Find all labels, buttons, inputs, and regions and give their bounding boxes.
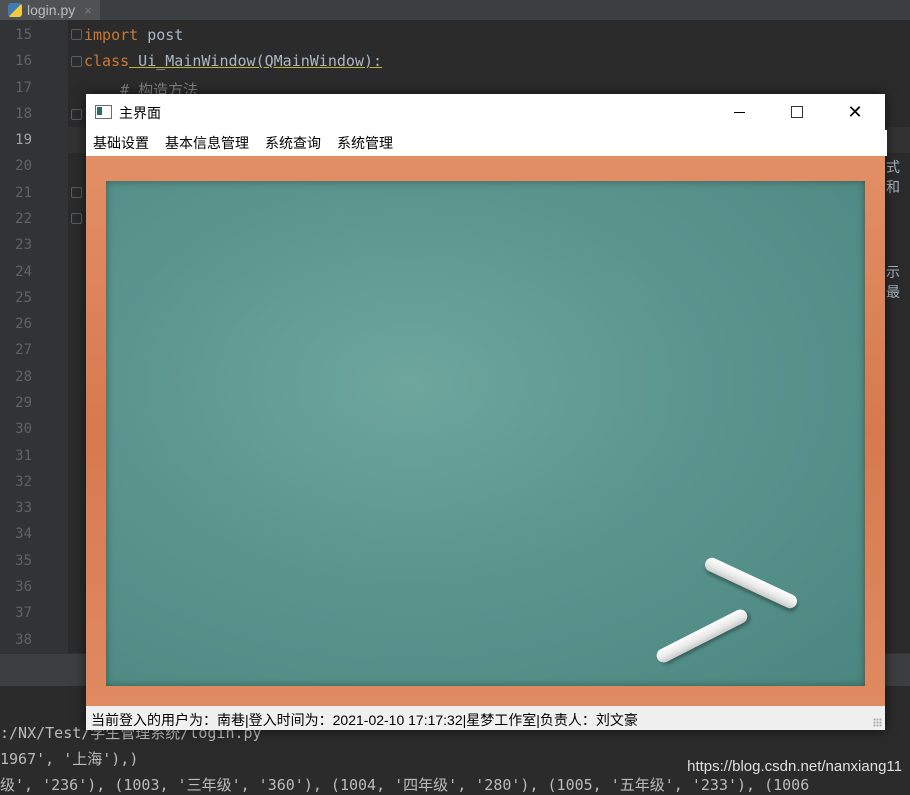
fold-marker-icon[interactable] bbox=[71, 56, 82, 67]
keyword: class bbox=[84, 52, 130, 70]
line-number: 38 bbox=[15, 632, 32, 648]
window-app-icon bbox=[95, 105, 112, 119]
line-number-gutter: 15 16 17 18 19 20 21 22 23 24 25 26 27 2… bbox=[0, 20, 68, 653]
tab-filename: login.py bbox=[27, 2, 76, 18]
tab-close-icon[interactable]: × bbox=[84, 3, 92, 18]
resize-grip-icon[interactable] bbox=[873, 718, 882, 727]
line-number: 33 bbox=[15, 500, 32, 516]
line-number: 26 bbox=[15, 316, 32, 332]
python-file-icon bbox=[8, 3, 22, 17]
line-number: 27 bbox=[15, 342, 32, 358]
code-line-16[interactable]: class Ui_MainWindow(QMainWindow): bbox=[84, 52, 382, 70]
keyword: import bbox=[84, 26, 139, 44]
line-number: 17 bbox=[15, 80, 32, 96]
code-fragment: 式和 bbox=[886, 159, 900, 195]
menu-system-management[interactable]: 系统管理 bbox=[332, 130, 398, 156]
code-fragment: 示最 bbox=[886, 264, 900, 300]
minimize-button[interactable] bbox=[710, 94, 768, 130]
fold-marker-icon[interactable] bbox=[71, 213, 82, 224]
menu-basic-settings[interactable]: 基础设置 bbox=[88, 130, 154, 156]
menu-system-query[interactable]: 系统查询 bbox=[260, 130, 326, 156]
fold-marker-icon[interactable] bbox=[71, 109, 82, 120]
menu-bar: 基础设置 基本信息管理 系统查询 系统管理 bbox=[86, 130, 887, 156]
main-window: 主界面 ✕ 基础设置 基本信息管理 系统查询 系统管理 当前登入的用户为：南巷|… bbox=[86, 94, 887, 730]
status-bar: 当前登入的用户为：南巷|登入时间为：2021-02-10 17:17:32|星梦… bbox=[86, 706, 885, 730]
line-number: 18 bbox=[15, 106, 32, 122]
fold-marker-icon[interactable] bbox=[71, 187, 82, 198]
chalkboard-background bbox=[106, 181, 865, 686]
console-line: 级', '236'), (1003, '三年级', '360'), (1004,… bbox=[0, 776, 810, 794]
maximize-icon bbox=[791, 106, 803, 118]
console-line: 1967', '上海'),) bbox=[0, 750, 139, 768]
line-number: 25 bbox=[15, 290, 32, 306]
line-number: 31 bbox=[15, 448, 32, 464]
close-icon: ✕ bbox=[847, 101, 863, 123]
line-number: 36 bbox=[15, 579, 32, 595]
minimize-icon bbox=[733, 111, 745, 113]
editor-tab-bar: login.py × bbox=[0, 0, 910, 20]
chalk-stick bbox=[654, 607, 750, 665]
chalk-stick bbox=[702, 555, 800, 611]
line-number: 28 bbox=[15, 369, 32, 385]
line-number: 16 bbox=[15, 53, 32, 69]
chalkboard-frame bbox=[86, 156, 885, 706]
code-text: Ui_MainWindow(QMainWindow): bbox=[129, 52, 383, 70]
line-number: 20 bbox=[15, 158, 32, 174]
fold-marker-icon[interactable] bbox=[71, 29, 82, 40]
window-titlebar[interactable]: 主界面 ✕ bbox=[86, 94, 885, 130]
watermark: https://blog.csdn.net/nanxiang11 bbox=[687, 758, 902, 775]
window-title: 主界面 bbox=[119, 105, 161, 121]
line-number: 21 bbox=[15, 185, 32, 201]
menu-basic-info-management[interactable]: 基本信息管理 bbox=[160, 130, 254, 156]
line-number: 32 bbox=[15, 474, 32, 490]
code-text: post bbox=[138, 26, 184, 44]
line-number: 37 bbox=[15, 605, 32, 621]
line-number: 24 bbox=[15, 264, 32, 280]
maximize-button[interactable] bbox=[768, 94, 826, 130]
line-number: 30 bbox=[15, 421, 32, 437]
line-number: 15 bbox=[15, 27, 32, 43]
line-number: 35 bbox=[15, 553, 32, 569]
line-number: 34 bbox=[15, 526, 32, 542]
close-button[interactable]: ✕ bbox=[826, 94, 884, 130]
status-text: 当前登入的用户为：南巷|登入时间为：2021-02-10 17:17:32|星梦… bbox=[91, 712, 638, 728]
code-line-15[interactable]: import post bbox=[84, 26, 183, 44]
line-number: 19 bbox=[15, 132, 32, 148]
line-number: 22 bbox=[15, 211, 32, 227]
line-number: 23 bbox=[15, 237, 32, 253]
tab-login-py[interactable]: login.py × bbox=[0, 0, 100, 20]
line-number: 29 bbox=[15, 395, 32, 411]
